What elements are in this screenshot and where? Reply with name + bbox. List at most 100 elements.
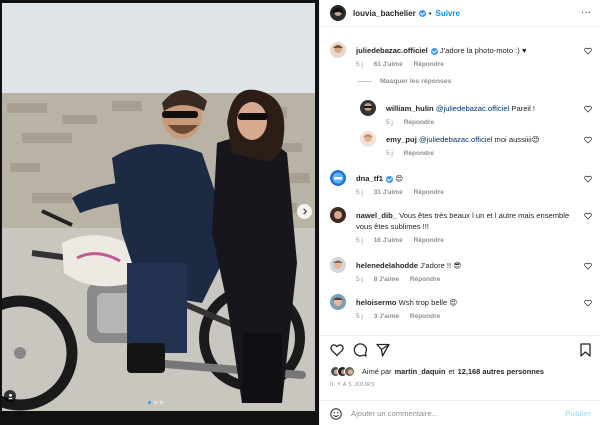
post-timestamp: IL Y A 5 JOURS <box>330 382 375 388</box>
post-header: louvia_bachelier • Suivre ··· <box>320 0 600 27</box>
like-comment-heart-icon[interactable] <box>584 299 592 307</box>
reply-button[interactable]: Répondre <box>410 313 440 320</box>
commenter-avatar[interactable] <box>330 207 346 223</box>
commenter-avatar[interactable] <box>330 170 346 186</box>
comment-time: 5 j <box>356 189 363 196</box>
like-comment-heart-icon[interactable] <box>584 105 592 113</box>
comment-time: 5 j <box>356 313 363 320</box>
comment-likes[interactable]: 3 J'aime <box>374 313 399 320</box>
action-bar <box>330 343 390 357</box>
comment-likes[interactable]: 31 J'aime <box>374 189 403 196</box>
add-comment-bar: Ajouter un commentaire... Publier <box>320 400 600 425</box>
comment-time: 5 j <box>356 276 363 283</box>
comment-likes[interactable]: 61 J'aime <box>374 61 403 68</box>
like-comment-heart-icon[interactable] <box>584 262 592 270</box>
liker-avatars <box>330 366 355 377</box>
comment-meta: 5 j 8 J'aime Répondre <box>356 274 581 285</box>
verified-badge-icon <box>418 9 426 17</box>
like-comment-heart-icon[interactable] <box>584 175 592 183</box>
hide-replies-button[interactable]: Masquer les réponses <box>358 78 451 85</box>
comment-text: Wsh trop belle 😍 <box>398 298 458 307</box>
user-icon <box>7 393 13 399</box>
tagged-users-button[interactable] <box>4 390 16 402</box>
hide-replies-label: Masquer les réponses <box>380 78 452 85</box>
more-options-button[interactable]: ··· <box>581 8 591 18</box>
comment-username[interactable]: dna_tf1 <box>356 174 383 183</box>
comment-meta: 5 j 16 J'aime Répondre <box>356 235 581 246</box>
comment-text: J'adore la photo-moto :) ♥ <box>439 46 527 55</box>
post-footer: Aimé par martin_daquin et 12,168 autres … <box>320 335 600 425</box>
follow-button[interactable]: Suivre <box>436 9 460 18</box>
comment-input[interactable]: Ajouter un commentaire... <box>351 409 565 418</box>
comment-meta: 5 j Répondre <box>386 148 586 159</box>
next-photo-button[interactable] <box>297 204 312 219</box>
photo-panel <box>0 0 319 425</box>
comment-meta: 5 j 31 J'aime Répondre <box>356 187 581 198</box>
commenter-avatar[interactable] <box>330 257 346 273</box>
comment-body: helenedelahodde J'adore !! 😎 5 j 8 J'aim… <box>356 260 581 285</box>
liked-by-user[interactable]: martin_daquin <box>395 367 446 376</box>
comment-body: william_hulin @juliedebazac.officiel Par… <box>386 103 586 128</box>
comment-username[interactable]: helenedelahodde <box>356 261 418 270</box>
carousel-dot <box>160 401 163 404</box>
comment-text: 😍 <box>395 174 404 183</box>
author-username[interactable]: louvia_bachelier <box>353 9 416 18</box>
post-modal: louvia_bachelier • Suivre ··· juliedebaz… <box>0 0 600 425</box>
comment-text: moi aussiiii😍 <box>494 135 540 144</box>
liked-by-count[interactable]: 12,168 autres personnes <box>458 367 544 376</box>
comment-mention[interactable]: @juliedebazac.officiel <box>436 104 509 113</box>
reply-button[interactable]: Répondre <box>414 237 444 244</box>
carousel-dot <box>148 401 151 404</box>
commenter-avatar[interactable] <box>360 131 376 147</box>
share-paper-plane-icon[interactable] <box>376 343 390 357</box>
commenter-avatar[interactable] <box>330 42 346 58</box>
comment-mention[interactable]: @juliedebazac.officiel <box>419 135 492 144</box>
liker-avatar <box>344 366 355 377</box>
likes-summary: Aimé par martin_daquin et 12,168 autres … <box>330 366 547 377</box>
comment-username[interactable]: heloisermo <box>356 298 397 307</box>
comment-time: 5 j <box>386 119 393 126</box>
author-avatar[interactable] <box>330 5 346 21</box>
comment-meta: 5 j 3 J'aime Répondre <box>356 311 581 322</box>
comment-username[interactable]: emy_puj <box>386 135 417 144</box>
reply-button[interactable]: Répondre <box>404 150 434 157</box>
comment-text: J'adore !! 😎 <box>420 261 462 270</box>
liked-by-mid: et <box>448 367 455 376</box>
comment-time: 5 j <box>356 61 363 68</box>
save-bookmark-icon[interactable] <box>580 343 591 357</box>
like-comment-heart-icon[interactable] <box>584 212 592 220</box>
comment-likes[interactable]: 16 J'aime <box>374 237 403 244</box>
reply-button[interactable]: Répondre <box>414 61 444 68</box>
publish-button[interactable]: Publier <box>565 409 591 418</box>
post-photo[interactable] <box>2 3 315 411</box>
verified-badge-icon <box>386 175 394 183</box>
like-comment-heart-icon[interactable] <box>584 47 592 55</box>
comment-meta: 5 j Répondre <box>386 117 586 128</box>
commenter-avatar[interactable] <box>330 294 346 310</box>
like-heart-icon[interactable] <box>330 343 344 357</box>
comment-body: emy_puj @juliedebazac.officiel moi aussi… <box>386 134 586 159</box>
comment-likes[interactable]: 8 J'aime <box>374 276 399 283</box>
chevron-right-icon <box>303 208 308 215</box>
reply-button[interactable]: Répondre <box>404 119 434 126</box>
liked-by-prefix: Aimé par <box>362 367 392 376</box>
comment-body: heloisermo Wsh trop belle 😍 5 j 3 J'aime… <box>356 297 581 322</box>
comment-username[interactable]: nawel_dib_ <box>356 211 397 220</box>
emoji-smiley-icon[interactable] <box>330 407 342 420</box>
commenter-avatar[interactable] <box>360 100 376 116</box>
comment-time: 5 j <box>356 237 363 244</box>
like-comment-heart-icon[interactable] <box>584 136 592 144</box>
verified-badge-icon <box>430 47 438 55</box>
reply-button[interactable]: Répondre <box>414 189 444 196</box>
dot-separator: • <box>428 8 432 18</box>
post-side-panel: louvia_bachelier • Suivre ··· juliedebaz… <box>319 0 600 425</box>
comment-username[interactable]: juliedebazac.officiel <box>356 46 428 55</box>
reply-button[interactable]: Répondre <box>410 276 440 283</box>
comment-body: dna_tf1 😍 5 j 31 J'aime Répondre <box>356 173 581 198</box>
carousel-dots <box>148 401 163 404</box>
comment-text: Pareil ! <box>511 104 536 113</box>
comments-list: juliedebazac.officiel J'adore la photo-m… <box>320 28 600 335</box>
comment-body: nawel_dib_ Vous êtes très beaux l un et … <box>356 210 581 246</box>
comment-bubble-icon[interactable] <box>353 343 367 357</box>
comment-username[interactable]: william_hulin <box>386 104 434 113</box>
